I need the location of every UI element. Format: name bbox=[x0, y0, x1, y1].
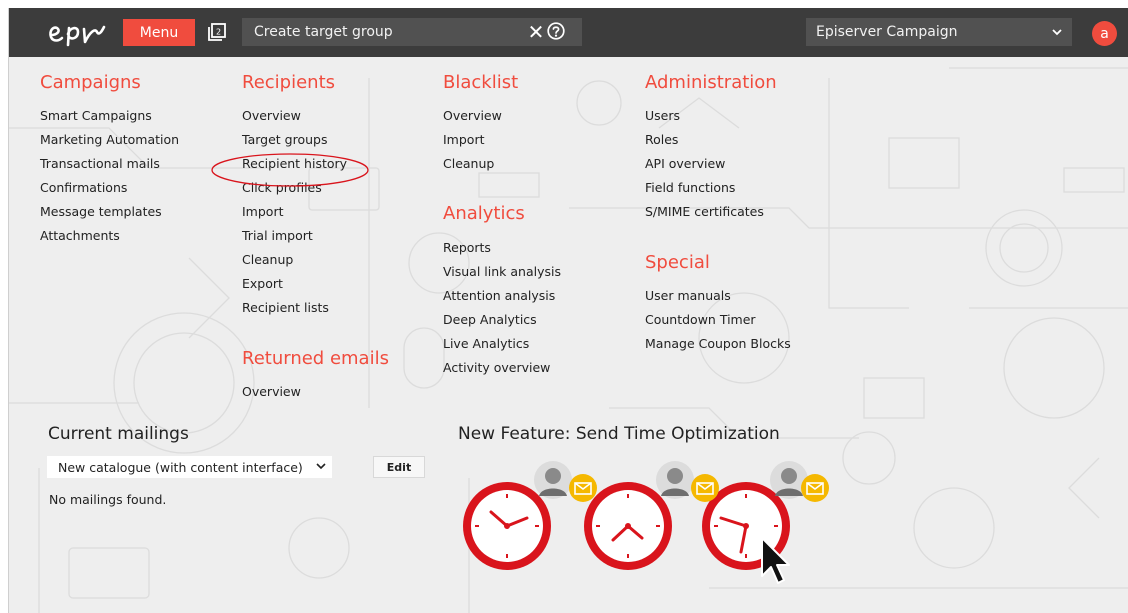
menu-item-smime-certificates[interactable]: S/MIME certificates bbox=[645, 204, 764, 219]
menu-item-roles[interactable]: Roles bbox=[645, 132, 678, 147]
section-title-analytics: Analytics bbox=[443, 203, 525, 224]
section-title-campaigns: Campaigns bbox=[40, 72, 141, 93]
menu-item-manage-coupon-blocks[interactable]: Manage Coupon Blocks bbox=[645, 336, 791, 351]
mail-icon bbox=[801, 474, 829, 502]
svg-text:2: 2 bbox=[216, 28, 221, 37]
episerver-logo[interactable] bbox=[47, 21, 121, 47]
menu-item-message-templates[interactable]: Message templates bbox=[40, 204, 162, 219]
menu-item-marketing-automation[interactable]: Marketing Automation bbox=[40, 132, 179, 147]
mailing-select[interactable]: New catalogue (with content interface) bbox=[47, 456, 332, 478]
menu-item-confirmations[interactable]: Confirmations bbox=[40, 180, 127, 195]
menu-item-countdown-timer[interactable]: Countdown Timer bbox=[645, 312, 756, 327]
clock-1 bbox=[463, 482, 551, 570]
menu-item-recipient-lists[interactable]: Recipient lists bbox=[242, 300, 329, 315]
mailing-select-value: New catalogue (with content interface) bbox=[58, 459, 303, 475]
menu-item-export[interactable]: Export bbox=[242, 276, 283, 291]
feature-title: New Feature: Send Time Optimization bbox=[458, 424, 780, 444]
mail-icon bbox=[569, 474, 597, 502]
chevron-down-icon bbox=[316, 463, 326, 470]
menu-item-deep-analytics[interactable]: Deep Analytics bbox=[443, 312, 537, 327]
app-window: Menu 2 Create target group ✕ Episerver C… bbox=[8, 8, 1128, 613]
menu-item-api-overview[interactable]: API overview bbox=[645, 156, 725, 171]
highlight-ellipse bbox=[211, 153, 369, 187]
menu-item-smart-campaigns[interactable]: Smart Campaigns bbox=[40, 108, 152, 123]
section-title-special: Special bbox=[645, 252, 710, 273]
menu-item-recipients-cleanup[interactable]: Cleanup bbox=[242, 252, 293, 267]
person-avatar-1 bbox=[534, 461, 572, 499]
person-avatar-2 bbox=[656, 461, 694, 499]
section-title-administration: Administration bbox=[645, 72, 777, 93]
menu-item-users[interactable]: Users bbox=[645, 108, 680, 123]
menu-item-trial-import[interactable]: Trial import bbox=[242, 228, 313, 243]
help-icon[interactable] bbox=[547, 22, 565, 40]
menu-item-user-manuals[interactable]: User manuals bbox=[645, 288, 731, 303]
menu-item-field-functions[interactable]: Field functions bbox=[645, 180, 735, 195]
account-select[interactable]: Episerver Campaign bbox=[806, 18, 1072, 46]
mail-icon bbox=[691, 474, 719, 502]
menu-item-attachments[interactable]: Attachments bbox=[40, 228, 120, 243]
section-title-blacklist: Blacklist bbox=[443, 72, 519, 93]
menu-item-returned-overview[interactable]: Overview bbox=[242, 384, 301, 399]
menu-button[interactable]: Menu bbox=[123, 19, 195, 46]
menu-item-visual-link-analysis[interactable]: Visual link analysis bbox=[443, 264, 561, 279]
menu-item-activity-overview[interactable]: Activity overview bbox=[443, 360, 550, 375]
top-bar: Menu 2 Create target group ✕ Episerver C… bbox=[9, 8, 1128, 57]
menu-item-recipients-overview[interactable]: Overview bbox=[242, 108, 301, 123]
mouse-cursor-icon bbox=[761, 537, 790, 584]
menu-item-target-groups[interactable]: Target groups bbox=[242, 132, 327, 147]
menu-item-blacklist-overview[interactable]: Overview bbox=[443, 108, 502, 123]
chevron-down-icon bbox=[1052, 29, 1062, 36]
menu-item-blacklist-cleanup[interactable]: Cleanup bbox=[443, 156, 494, 171]
avatar[interactable]: a bbox=[1092, 21, 1117, 46]
menu-item-recipients-import[interactable]: Import bbox=[242, 204, 284, 219]
menu-item-transactional-mails[interactable]: Transactional mails bbox=[40, 156, 160, 171]
edit-button[interactable]: Edit bbox=[373, 456, 425, 478]
empty-state-text: No mailings found. bbox=[49, 492, 167, 507]
section-title-returned-emails: Returned emails bbox=[242, 348, 389, 369]
menu-item-reports[interactable]: Reports bbox=[443, 240, 491, 255]
menu-item-blacklist-import[interactable]: Import bbox=[443, 132, 485, 147]
close-icon[interactable]: ✕ bbox=[527, 22, 545, 42]
search-text: Create target group bbox=[254, 24, 393, 40]
current-mailings-title: Current mailings bbox=[48, 424, 189, 444]
account-name: Episerver Campaign bbox=[816, 24, 958, 40]
menu-item-live-analytics[interactable]: Live Analytics bbox=[443, 336, 529, 351]
tabs-icon[interactable]: 2 bbox=[208, 23, 226, 41]
clock-2 bbox=[584, 482, 672, 570]
menu-item-attention-analysis[interactable]: Attention analysis bbox=[443, 288, 555, 303]
section-title-recipients: Recipients bbox=[242, 72, 336, 93]
